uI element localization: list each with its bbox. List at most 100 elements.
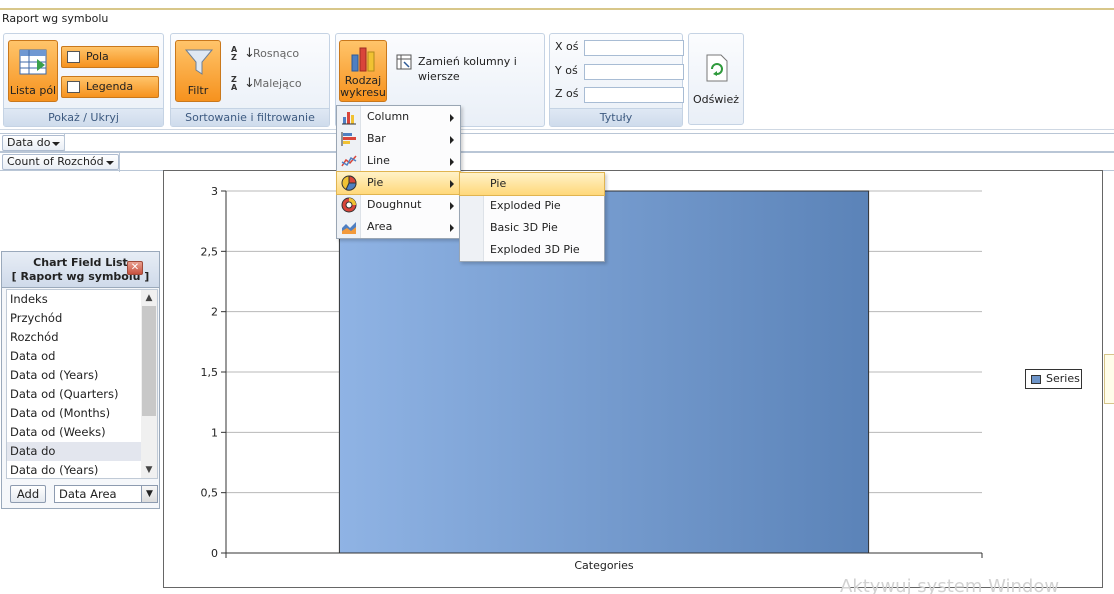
chevron-right-icon [450,224,454,232]
chart-field-list-panel: Chart Field List [ Raport wg symbolu ] ✕… [1,251,160,509]
x-axis-title-row: X oś [555,40,684,56]
chevron-down-icon[interactable]: ▼ [141,486,157,502]
chevron-right-icon [450,180,454,188]
refresh-icon [706,54,728,82]
chart-area[interactable]: 0 0,5 1 1,5 2 2,5 3 Categories [163,170,1103,588]
z-axis-title-input[interactable] [584,87,684,103]
filter-drop-zone: Data do [0,133,1114,153]
swap-icon [396,54,412,70]
refresh-button[interactable]: Odśwież [688,33,744,125]
field-list-label: Lista pól [9,84,57,97]
group-sort-filter: Filtr AZ ↓ Rosnąco ZA ↓ Malejąco Sortowa… [170,33,330,127]
field-list-item[interactable]: Data od (Years) [7,366,141,385]
data-drop-zone: Count of Rozchód [0,152,1114,172]
y-tick-label: 3 [211,185,218,198]
pie-submenu-item-exploded-3d-pie[interactable]: Exploded 3D Pie [460,239,604,261]
chart-type-menu-item-column[interactable]: Column [337,106,460,128]
legend-label: Legenda [86,80,134,93]
filter-field-chip[interactable]: Data do [2,135,66,151]
field-list-item[interactable]: Data od (Quarters) [7,385,141,404]
chevron-right-icon [450,114,454,122]
y-tick-label: 1 [211,426,218,439]
y-axis-label: Y oś [555,64,578,77]
fields-label: Pola [86,50,109,63]
field-list-item[interactable]: Indeks [7,290,141,309]
field-list-item[interactable]: Data do [7,442,141,461]
doughnut-chart-icon [341,197,357,213]
ribbon: Lista pól Pola Legenda Pokaż / Ukryj Fil… [0,30,1114,130]
chevron-down-icon[interactable]: ▼ [141,462,157,478]
filter-button[interactable]: Filtr [175,40,221,102]
tooltip-fragment [1104,354,1114,404]
pie-submenu-item-exploded-pie[interactable]: Exploded Pie [460,195,604,217]
y-tick-label: 0 [211,547,218,560]
funnel-icon [184,49,214,75]
menu-item-label: Line [367,154,390,167]
chart-legend: Series [1025,369,1082,389]
sort-descending-label: Malejąco [253,77,302,90]
menu-item-label: Doughnut [367,198,422,211]
legend-swatch [1031,375,1041,384]
chart-type-menu-item-area[interactable]: Area [337,216,460,238]
refresh-label: Odśwież [693,93,739,106]
close-icon[interactable]: ✕ [127,261,143,275]
data-field-chip[interactable]: Count of Rozchód [2,154,119,170]
field-list-item[interactable]: Rozchód [7,328,141,347]
area-select[interactable]: Data Area ▼ [54,485,158,503]
x-axis-label: X oś [555,40,579,53]
chart-type-menu-item-doughnut[interactable]: Doughnut [337,194,460,216]
field-list-item[interactable]: Data do (Years) [7,461,141,478]
field-list-item[interactable]: Przychód [7,309,141,328]
menu-item-label: Pie [490,177,507,190]
swap-rows-columns-button[interactable]: Zamień kolumny i wiersze [394,54,524,84]
field-list[interactable]: Indeks Przychód Rozchód Data od Data od (Yea… [6,289,158,479]
fields-button[interactable]: Pola [61,46,159,68]
pie-submenu-item-basic-3d-pie[interactable]: Basic 3D Pie [460,217,604,239]
legend-icon [67,81,80,93]
scrollbar-thumb[interactable] [142,306,156,416]
field-list-icon [19,49,47,75]
chart-plot: 0 0,5 1 1,5 2 2,5 3 Categories [201,185,983,572]
down-arrow-icon: ↓ [244,76,255,91]
chart-type-menu-item-bar[interactable]: Bar [337,128,460,150]
filter-label: Filtr [187,84,209,97]
menu-item-label: Exploded Pie [490,199,561,212]
fields-icon [67,51,80,63]
area-select-value: Data Area [59,487,117,501]
group-label-sort-filter: Sortowanie i filtrowanie [171,108,329,126]
chart-type-button[interactable]: Rodzaj wykresu [339,40,387,102]
group-titles: X oś Y oś Z oś Tytuły [549,33,684,127]
sort-ascending-label: Rosnąco [253,47,300,60]
chart-type-menu-item-pie[interactable]: Pie [336,171,461,195]
y-axis-title-row: Y oś [555,64,684,80]
y-axis-title-input[interactable] [584,64,684,80]
menu-item-label: Area [367,220,393,233]
chart-type-label: Rodzaj wykresu [340,74,386,99]
field-list-item[interactable]: Data od [7,347,141,366]
group-label-titles: Tytuły [550,108,682,126]
add-field-button[interactable]: Add [10,485,46,503]
chevron-right-icon [450,136,454,144]
group-label-show-hide: Pokaż / Ukryj [4,108,163,126]
field-list-scrollbar[interactable]: ▲ ▼ [141,290,157,478]
sort-descending-button[interactable]: ZA ↓ Malejąco [231,76,327,94]
chevron-up-icon[interactable]: ▲ [141,290,157,306]
menu-item-label: Exploded 3D Pie [490,243,580,256]
swap-label: Zamień kolumny i wiersze [418,55,517,83]
menu-item-label: Basic 3D Pie [490,221,558,234]
field-list-button[interactable]: Lista pól [8,40,58,102]
filter-field-label: Data do [7,136,51,149]
y-tick-label: 0,5 [201,487,219,500]
activation-watermark: Aktywuj system Window [840,576,1060,594]
field-list-item[interactable]: Data od (Weeks) [7,423,141,442]
chart-type-menu: Column Bar Line Pie Doughnut Area [336,105,461,239]
chart-type-menu-item-line[interactable]: Line [337,150,460,172]
pie-submenu-item-pie[interactable]: Pie [459,172,605,196]
y-tick-label: 2,5 [201,245,219,258]
x-axis-title-input[interactable] [584,40,684,56]
sort-ascending-button[interactable]: AZ ↓ Rosnąco [231,46,327,64]
down-arrow-icon: ↓ [244,46,255,61]
x-category-label: Categories [574,559,634,572]
legend-button[interactable]: Legenda [61,76,159,98]
field-list-item[interactable]: Data od (Months) [7,404,141,423]
